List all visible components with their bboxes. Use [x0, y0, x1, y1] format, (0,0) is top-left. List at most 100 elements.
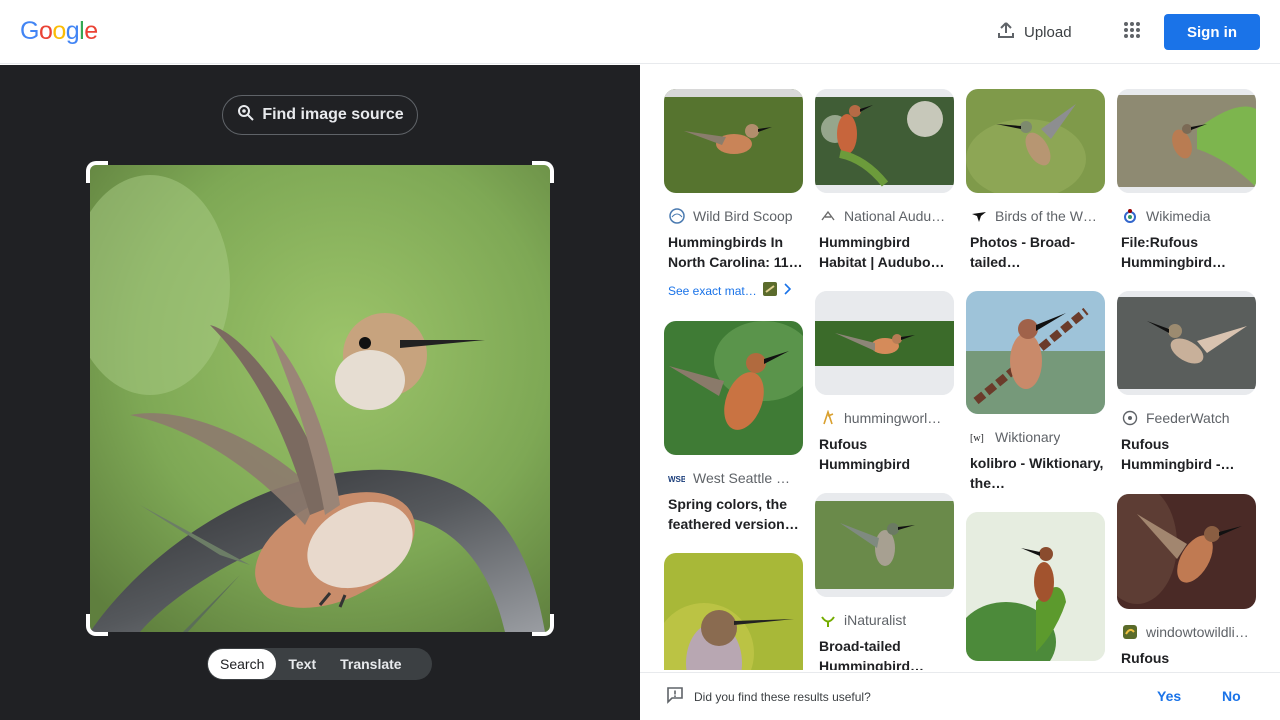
tab-text[interactable]: Text [276, 649, 328, 679]
result-title[interactable]: kolibro - Wiktionary, the… [966, 453, 1105, 493]
result-source: [w] Wiktionary [966, 428, 1105, 445]
result-source: windowtowildli… [1117, 623, 1256, 640]
upload-label: Upload [1024, 23, 1072, 41]
chevron-right-icon [783, 283, 791, 298]
source-label: hummingworl… [844, 409, 942, 426]
tab-translate[interactable]: Translate [328, 649, 413, 679]
result-title[interactable]: Photos - Broad-tailed… [966, 232, 1105, 272]
result-title[interactable]: Hummingbirds In North Carolina: 11… [664, 232, 803, 272]
feedback-bar: Did you find these results useful? Yes N… [640, 672, 1280, 720]
result-title[interactable]: Rufous Hummingbird -… [1117, 434, 1256, 474]
source-label: National Audu… [844, 207, 946, 224]
sign-in-button[interactable]: Sign in [1164, 14, 1260, 50]
result-card[interactable]: Birds of the W… Photos - Broad-tailed… [966, 89, 1105, 272]
result-card[interactable]: Wild Bird Scoop Hummingbirds In North Ca… [664, 89, 803, 299]
result-source: FeederWatch [1117, 409, 1256, 426]
svg-text:WSB: WSB [668, 475, 685, 484]
visual-matches: Wild Bird Scoop Hummingbirds In North Ca… [640, 65, 1280, 670]
west-seattle-blog-favicon-icon: WSB [668, 469, 685, 486]
globe-icon [1121, 409, 1138, 426]
source-label: Wikimedia [1146, 207, 1211, 224]
result-title[interactable]: Hummingbird Habitat | Audubo… [815, 232, 954, 272]
source-label: Birds of the W… [995, 207, 1097, 224]
crop-handle-top-right[interactable] [532, 161, 554, 183]
result-card[interactable] [966, 512, 1105, 661]
result-title[interactable]: File:Rufous Hummingbird… [1117, 232, 1256, 272]
result-source: National Audu… [815, 207, 954, 224]
result-source: Birds of the W… [966, 207, 1105, 224]
result-thumbnail [815, 493, 954, 597]
result-card[interactable]: FeederWatch Rufous Hummingbird -… [1117, 291, 1256, 474]
crop-handle-bottom-right[interactable] [532, 614, 554, 636]
apps-grid-icon [1123, 21, 1141, 44]
google-logo[interactable]: Google [20, 17, 98, 46]
logo-letter: o [38, 17, 53, 45]
result-thumbnail [966, 89, 1105, 193]
find-image-source-label: Find image source [262, 106, 404, 123]
exact-match-thumb-icon [762, 282, 777, 299]
crop-selection[interactable] [86, 161, 554, 636]
result-card[interactable]: [w] Wiktionary kolibro - Wiktionary, the… [966, 291, 1105, 493]
exact-match-label: See exact mat… [668, 283, 757, 298]
result-thumbnail [1117, 89, 1256, 193]
logo-letter: o [52, 17, 66, 45]
result-title[interactable]: Broad-tailed Hummingbird… [815, 636, 954, 670]
see-exact-matches-link[interactable]: See exact mat… [664, 282, 803, 299]
source-label: iNaturalist [844, 611, 907, 628]
logo-letter: G [20, 17, 39, 45]
feedback-no-button[interactable]: No [1222, 688, 1241, 704]
audubon-favicon-icon [819, 207, 836, 224]
query-image-panel: Find image source Search Text Translate [0, 65, 640, 720]
source-label: Wiktionary [995, 428, 1061, 445]
result-title[interactable]: Rufous Hummingbird [815, 434, 954, 474]
crop-handle-bottom-left[interactable] [86, 614, 108, 636]
tab-search[interactable]: Search [208, 649, 277, 679]
result-thumbnail [664, 553, 803, 670]
result-card[interactable]: WSB West Seattle B… Spring colors, the f… [664, 321, 803, 534]
result-card[interactable]: hummingworl… Rufous Hummingbird [815, 291, 954, 474]
result-card[interactable]: iNaturalist Broad-tailed Hummingbird… [815, 493, 954, 670]
feedback-yes-button[interactable]: Yes [1157, 688, 1181, 704]
result-thumbnail [815, 291, 954, 395]
result-title[interactable]: Spring colors, the feathered version… [664, 494, 803, 534]
result-source: hummingworl… [815, 409, 954, 426]
source-label: Wild Bird Scoop [693, 207, 793, 224]
result-thumbnail [966, 512, 1105, 661]
logo-letter: g [65, 17, 80, 45]
feedback-question: Did you find these results useful? [694, 689, 871, 704]
result-thumbnail [1117, 494, 1256, 609]
lens-search-icon [236, 103, 256, 128]
result-source: Wikimedia [1117, 207, 1256, 224]
result-source: iNaturalist [815, 611, 954, 628]
result-thumbnail [815, 89, 954, 193]
logo-letter: e [84, 17, 98, 45]
result-title[interactable]: Rufous [1117, 648, 1256, 668]
result-source: Wild Bird Scoop [664, 207, 803, 224]
find-image-source-button[interactable]: Find image source [222, 95, 418, 135]
result-card[interactable]: Wikimedia File:Rufous Hummingbird… [1117, 89, 1256, 272]
result-card[interactable]: windowtowildli… Rufous [1117, 494, 1256, 668]
wikimedia-favicon-icon [1121, 207, 1138, 224]
windowtowildlife-favicon-icon [1121, 623, 1138, 640]
birds-of-the-world-favicon-icon [970, 207, 987, 224]
wild-bird-scoop-favicon-icon [668, 207, 685, 224]
inaturalist-favicon-icon [819, 611, 836, 628]
upload-icon [996, 20, 1016, 44]
result-card[interactable]: National Audu… Hummingbird Habitat | Aud… [815, 89, 954, 272]
result-thumbnail [664, 89, 803, 193]
result-thumbnail [664, 321, 803, 455]
search-mode-tabs: Search Text Translate [207, 648, 432, 680]
result-thumbnail [966, 291, 1105, 414]
hummingworld-favicon-icon [819, 409, 836, 426]
crop-handle-top-left[interactable] [86, 161, 108, 183]
apps-button[interactable] [1116, 16, 1148, 48]
source-label: West Seattle B… [693, 469, 797, 486]
wiktionary-favicon-icon: [w] [970, 428, 987, 445]
query-image [90, 165, 550, 632]
top-bar: Google Upload Sign in [0, 0, 1280, 64]
upload-button[interactable]: Upload [988, 14, 1080, 50]
svg-text:[w]: [w] [970, 433, 984, 444]
source-label: FeederWatch [1146, 409, 1230, 426]
result-card[interactable] [664, 553, 803, 670]
source-label: windowtowildli… [1146, 623, 1249, 640]
